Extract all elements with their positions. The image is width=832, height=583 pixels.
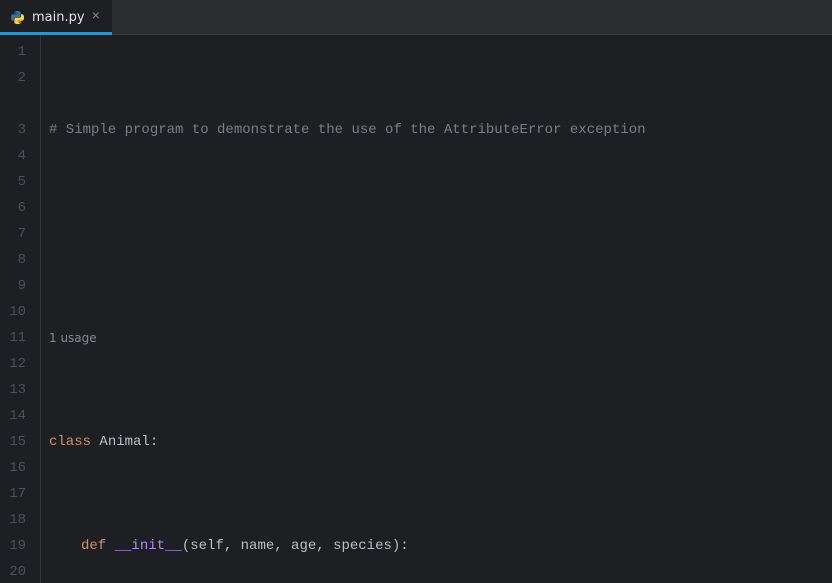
line-number: 3 <box>0 117 40 143</box>
line-number: 15 <box>0 429 40 455</box>
line-number: 11 <box>0 325 40 351</box>
line-number: 14 <box>0 403 40 429</box>
line-number <box>0 91 40 117</box>
tab-filename: main.py <box>32 10 85 25</box>
code-line: # Simple program to demonstrate the use … <box>49 117 832 143</box>
line-number: 5 <box>0 169 40 195</box>
line-number: 10 <box>0 299 40 325</box>
code-line <box>49 221 832 247</box>
code-area[interactable]: # Simple program to demonstrate the use … <box>41 35 832 583</box>
line-number: 1 <box>0 39 40 65</box>
code-inlay: 1 usage <box>49 325 832 351</box>
line-number: 20 <box>0 559 40 583</box>
line-number: 18 <box>0 507 40 533</box>
line-number-gutter: 1 2 3 4 5 6 7 8 9 10 11 12 13 14 15 16 1… <box>0 35 41 583</box>
line-number: 6 <box>0 195 40 221</box>
line-number: 17 <box>0 481 40 507</box>
tab-bar: main.py × <box>0 0 832 35</box>
close-icon[interactable]: × <box>92 10 100 24</box>
python-icon <box>10 10 25 25</box>
line-number: 16 <box>0 455 40 481</box>
tab-main-py[interactable]: main.py × <box>0 0 112 34</box>
editor[interactable]: 1 2 3 4 5 6 7 8 9 10 11 12 13 14 15 16 1… <box>0 35 832 583</box>
line-number: 9 <box>0 273 40 299</box>
line-number: 4 <box>0 143 40 169</box>
line-number: 19 <box>0 533 40 559</box>
usage-inlay[interactable]: 1 usage <box>49 325 97 351</box>
line-number: 2 <box>0 65 40 91</box>
line-number: 8 <box>0 247 40 273</box>
code-line: def __init__(self, name, age, species): <box>49 533 832 559</box>
line-number: 12 <box>0 351 40 377</box>
code-line: class Animal: <box>49 429 832 455</box>
line-number: 13 <box>0 377 40 403</box>
line-number: 7 <box>0 221 40 247</box>
